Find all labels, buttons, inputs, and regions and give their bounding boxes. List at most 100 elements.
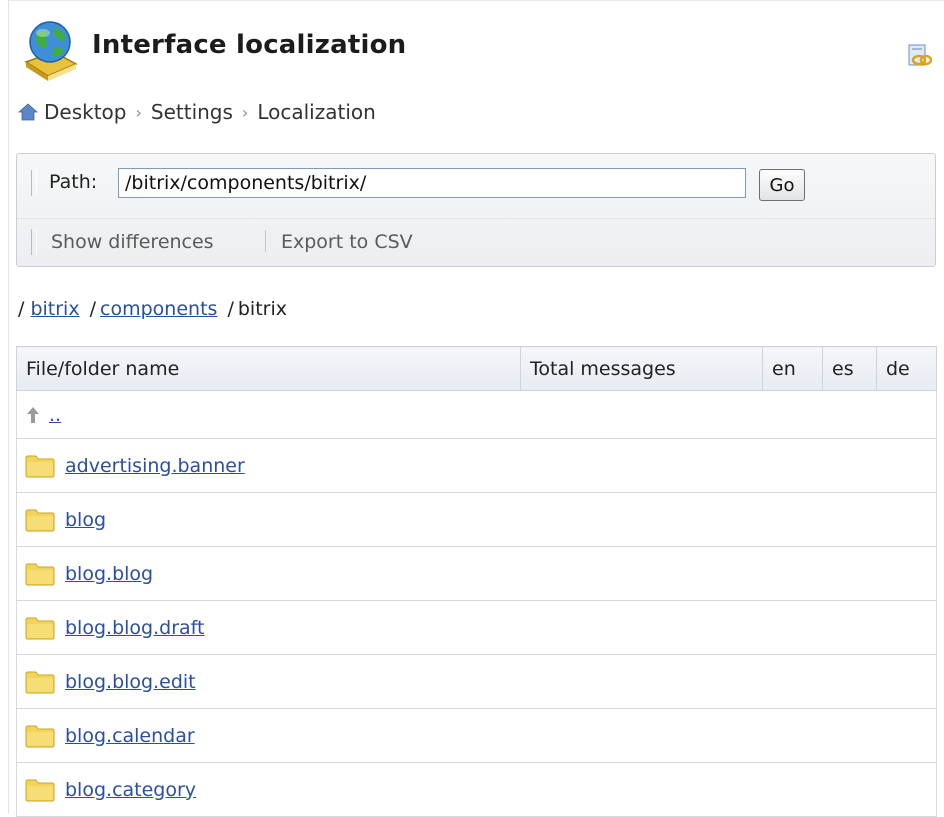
en-cell bbox=[762, 390, 823, 439]
breadcrumb-separator: › bbox=[135, 102, 142, 122]
folder-link[interactable]: blog.blog bbox=[65, 563, 153, 585]
folder-icon bbox=[25, 509, 55, 531]
de-cell bbox=[876, 762, 937, 817]
total-cell bbox=[520, 762, 763, 817]
window-top-border bbox=[8, 0, 944, 1]
folder-link[interactable]: advertising.banner bbox=[65, 455, 245, 477]
folder-icon bbox=[25, 725, 55, 747]
parent-folder-link[interactable]: .. bbox=[49, 404, 61, 426]
folder-link[interactable]: blog.category bbox=[65, 779, 196, 801]
table-row-up[interactable]: .. bbox=[16, 390, 937, 439]
column-header-en[interactable]: en bbox=[762, 346, 823, 391]
es-cell bbox=[822, 708, 877, 763]
path-current: bitrix bbox=[237, 298, 287, 320]
path-slash: / bbox=[227, 298, 234, 320]
breadcrumb-localization: Localization bbox=[257, 100, 376, 124]
es-cell bbox=[822, 654, 877, 709]
column-header-total[interactable]: Total messages bbox=[520, 346, 763, 391]
de-cell bbox=[876, 438, 937, 493]
actions-toolbar-row: Show differences Export to CSV bbox=[17, 218, 935, 267]
table-row[interactable]: blog.category bbox=[16, 762, 937, 817]
column-header-es[interactable]: es bbox=[822, 346, 877, 391]
window-left-border bbox=[8, 0, 9, 814]
table-row[interactable]: blog.blog.edit bbox=[16, 654, 937, 709]
en-cell bbox=[762, 708, 823, 763]
es-cell bbox=[822, 390, 877, 439]
column-header-name[interactable]: File/folder name bbox=[16, 346, 521, 391]
show-differences-button[interactable]: Show differences bbox=[51, 231, 214, 253]
path-toolbar-row: Path: Go bbox=[17, 154, 935, 218]
de-cell bbox=[876, 546, 937, 601]
name-cell: blog bbox=[16, 492, 521, 547]
path-slash: / bbox=[89, 298, 97, 320]
table-row[interactable]: blog.blog.draft bbox=[16, 600, 937, 655]
total-cell bbox=[520, 654, 763, 709]
folder-link[interactable]: blog bbox=[65, 509, 106, 531]
de-cell bbox=[876, 492, 937, 547]
link-icon[interactable] bbox=[906, 44, 932, 68]
de-cell bbox=[876, 390, 937, 439]
files-table: File/folder name Total messages en es de… bbox=[16, 346, 937, 817]
de-cell bbox=[876, 708, 937, 763]
table-row[interactable]: blog.calendar bbox=[16, 708, 937, 763]
path-link-components[interactable]: components bbox=[100, 298, 217, 320]
path-root: / bbox=[18, 298, 25, 320]
globe-book-icon bbox=[24, 21, 78, 81]
en-cell bbox=[762, 438, 823, 493]
name-cell: blog.blog bbox=[16, 546, 521, 601]
en-cell bbox=[762, 546, 823, 601]
path-link-bitrix[interactable]: bitrix bbox=[30, 298, 79, 320]
folder-icon bbox=[25, 455, 55, 477]
en-cell bbox=[762, 600, 823, 655]
path-input[interactable] bbox=[118, 168, 746, 198]
total-cell bbox=[520, 546, 763, 601]
table-header-row: File/folder name Total messages en es de bbox=[16, 346, 937, 391]
folder-icon bbox=[25, 671, 55, 693]
table-row[interactable]: blog.blog bbox=[16, 546, 937, 601]
total-cell bbox=[520, 600, 763, 655]
folder-icon bbox=[25, 779, 55, 801]
up-arrow-icon bbox=[27, 406, 39, 423]
folder-icon bbox=[25, 563, 55, 585]
en-cell bbox=[762, 654, 823, 709]
de-cell bbox=[876, 600, 937, 655]
folder-path: / bitrix / components / bitrix bbox=[18, 298, 287, 320]
es-cell bbox=[822, 546, 877, 601]
toolbar-grip[interactable] bbox=[31, 229, 37, 255]
path-label: Path: bbox=[49, 171, 98, 193]
table-row[interactable]: advertising.banner bbox=[16, 438, 937, 493]
page-title: Interface localization bbox=[92, 30, 407, 60]
folder-icon bbox=[25, 617, 55, 639]
de-cell bbox=[876, 654, 937, 709]
breadcrumb-desktop[interactable]: Desktop bbox=[44, 100, 126, 124]
es-cell bbox=[822, 438, 877, 493]
en-cell bbox=[762, 492, 823, 547]
name-cell: blog.category bbox=[16, 762, 521, 817]
toolbar: Path: Go Show differences Export to CSV bbox=[16, 153, 936, 267]
name-cell: .. bbox=[16, 390, 521, 439]
total-cell bbox=[520, 708, 763, 763]
total-cell bbox=[520, 492, 763, 547]
column-header-de[interactable]: de bbox=[876, 346, 937, 391]
folder-link[interactable]: blog.blog.draft bbox=[65, 617, 204, 639]
title-bar: Interface localization bbox=[12, 14, 938, 81]
go-button[interactable]: Go bbox=[759, 169, 805, 201]
es-cell bbox=[822, 762, 877, 817]
en-cell bbox=[762, 762, 823, 817]
home-icon[interactable] bbox=[18, 102, 38, 122]
toolbar-divider bbox=[265, 230, 266, 252]
toolbar-grip[interactable] bbox=[31, 170, 37, 196]
breadcrumb-settings[interactable]: Settings bbox=[151, 100, 233, 124]
breadcrumb-separator: › bbox=[241, 102, 249, 122]
table-row[interactable]: blog bbox=[16, 492, 937, 547]
name-cell: blog.calendar bbox=[16, 708, 521, 763]
export-csv-button[interactable]: Export to CSV bbox=[281, 231, 413, 253]
es-cell bbox=[822, 492, 877, 547]
es-cell bbox=[822, 600, 877, 655]
breadcrumb: Desktop › Settings › Localization bbox=[18, 100, 376, 124]
folder-link[interactable]: blog.blog.edit bbox=[65, 671, 196, 693]
total-cell bbox=[520, 390, 763, 439]
name-cell: blog.blog.edit bbox=[16, 654, 521, 709]
name-cell: advertising.banner bbox=[16, 438, 521, 493]
folder-link[interactable]: blog.calendar bbox=[65, 725, 195, 747]
